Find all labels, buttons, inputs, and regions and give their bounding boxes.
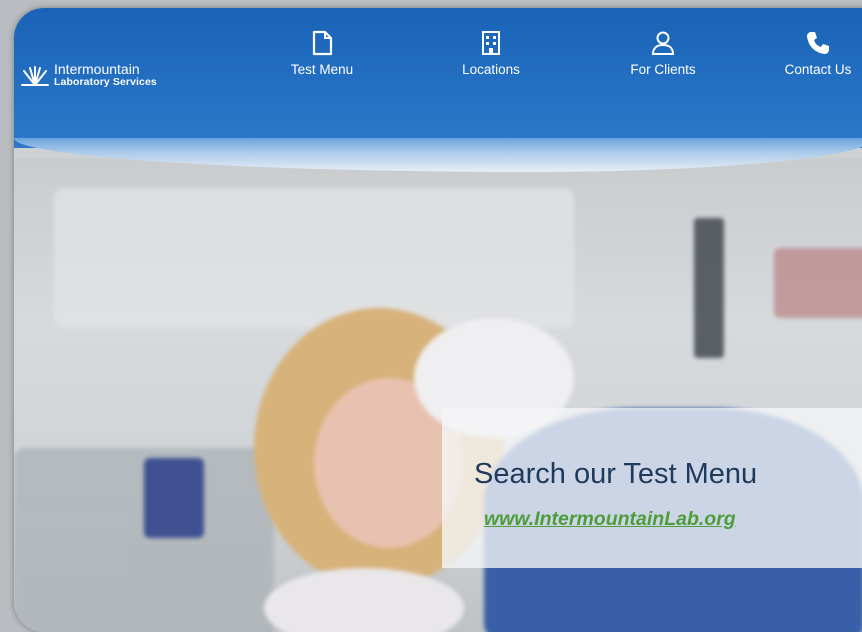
main-nav: Test Menu Locations For Clients Contact … [14, 30, 862, 100]
building-icon [482, 31, 500, 55]
nav-item-test-menu[interactable]: Test Menu [267, 30, 377, 77]
search-callout: Search our Test Menu www.IntermountainLa… [442, 408, 862, 568]
nav-label: For Clients [630, 62, 696, 77]
nav-label: Test Menu [290, 62, 354, 77]
nav-item-contact-us[interactable]: Contact Us [763, 30, 862, 77]
search-title: Search our Test Menu [474, 458, 758, 490]
search-url-link[interactable]: www.IntermountainLab.org [484, 508, 736, 531]
user-icon [651, 31, 675, 55]
nav-label: Contact Us [784, 62, 852, 77]
document-icon [312, 30, 333, 56]
phone-icon [807, 32, 829, 54]
nav-item-for-clients[interactable]: For Clients [608, 30, 718, 77]
site-header: Intermountain Laboratory Services Test M… [14, 8, 862, 148]
nav-label: Locations [462, 62, 520, 77]
browser-frame: Intermountain Laboratory Services Test M… [14, 8, 862, 632]
nav-item-locations[interactable]: Locations [436, 30, 546, 77]
